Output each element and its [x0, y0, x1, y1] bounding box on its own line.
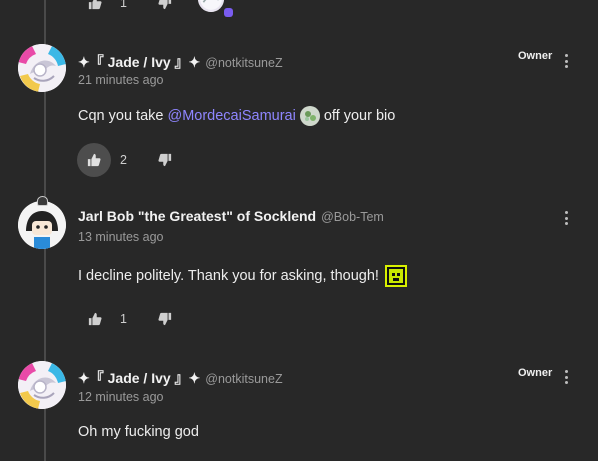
- comment-author-row: ✦『 Jade / Ivy 』✦ @notkitsuneZ: [78, 52, 283, 72]
- comment-author-row: ✦『 Jade / Ivy 』✦ @notkitsuneZ: [78, 368, 283, 388]
- comment-text-part: I decline politely. Thank you for asking…: [78, 268, 379, 284]
- like-button[interactable]: [86, 310, 104, 328]
- like-count: 2: [120, 153, 127, 167]
- avatar[interactable]: [18, 361, 66, 409]
- author-handle[interactable]: @notkitsuneZ: [205, 372, 282, 386]
- comment-text: I decline politely. Thank you for asking…: [78, 265, 411, 287]
- comment-text-part: Cqn you take: [78, 108, 164, 124]
- comment-text-part: off your bio: [323, 108, 396, 124]
- avatar[interactable]: [18, 201, 66, 249]
- comment-author-row: Jarl Bob "the Greatest" of Socklend @Bob…: [78, 208, 384, 224]
- thumbs-up-icon: [88, 0, 102, 10]
- emoji-icon: [384, 265, 407, 287]
- avatar-image: [18, 44, 66, 92]
- comment-timestamp[interactable]: 13 minutes ago: [78, 230, 163, 244]
- thumbs-down-icon: [158, 0, 172, 10]
- thumbs-up-icon: [88, 312, 102, 326]
- crown-icon: [37, 196, 48, 206]
- like-button[interactable]: [77, 143, 111, 177]
- dislike-button[interactable]: [156, 151, 174, 169]
- status-badge: [224, 8, 233, 17]
- comment-timestamp[interactable]: 21 minutes ago: [78, 73, 163, 87]
- thumbs-down-icon: [158, 153, 172, 167]
- like-button[interactable]: [86, 0, 104, 12]
- dislike-button[interactable]: [156, 0, 174, 12]
- more-options-button[interactable]: [565, 54, 569, 71]
- avatar-image: [18, 361, 66, 409]
- author-name[interactable]: ✦『 Jade / Ivy 』✦: [78, 368, 200, 388]
- avatar-image: [18, 201, 66, 249]
- comment-text: Oh my fucking god: [78, 424, 199, 440]
- author-handle[interactable]: @notkitsuneZ: [205, 56, 282, 70]
- mention-avatar-icon: [299, 106, 320, 126]
- comment-timestamp[interactable]: 12 minutes ago: [78, 390, 163, 404]
- author-name[interactable]: Jarl Bob "the Greatest" of Socklend: [78, 208, 316, 224]
- avatar[interactable]: [198, 0, 224, 12]
- thumbs-up-icon: [87, 153, 101, 167]
- avatar[interactable]: [18, 44, 66, 92]
- thumbs-down-icon: [158, 312, 172, 326]
- owner-badge: Owner: [518, 367, 553, 379]
- comment-text-part: Oh my fucking god: [78, 424, 199, 440]
- dislike-button[interactable]: [156, 310, 174, 328]
- more-options-button[interactable]: [565, 211, 569, 228]
- like-count: 1: [120, 312, 127, 326]
- author-name[interactable]: ✦『 Jade / Ivy 』✦: [78, 52, 200, 72]
- mention-link[interactable]: @MordecaiSamurai: [167, 108, 295, 124]
- owner-badge: Owner: [518, 50, 553, 62]
- more-options-button[interactable]: [565, 370, 569, 387]
- like-count: 1: [120, 0, 127, 10]
- comment-text: Cqn you take @MordecaiSamurai off your b…: [78, 106, 395, 126]
- author-handle[interactable]: @Bob-Tem: [321, 210, 384, 224]
